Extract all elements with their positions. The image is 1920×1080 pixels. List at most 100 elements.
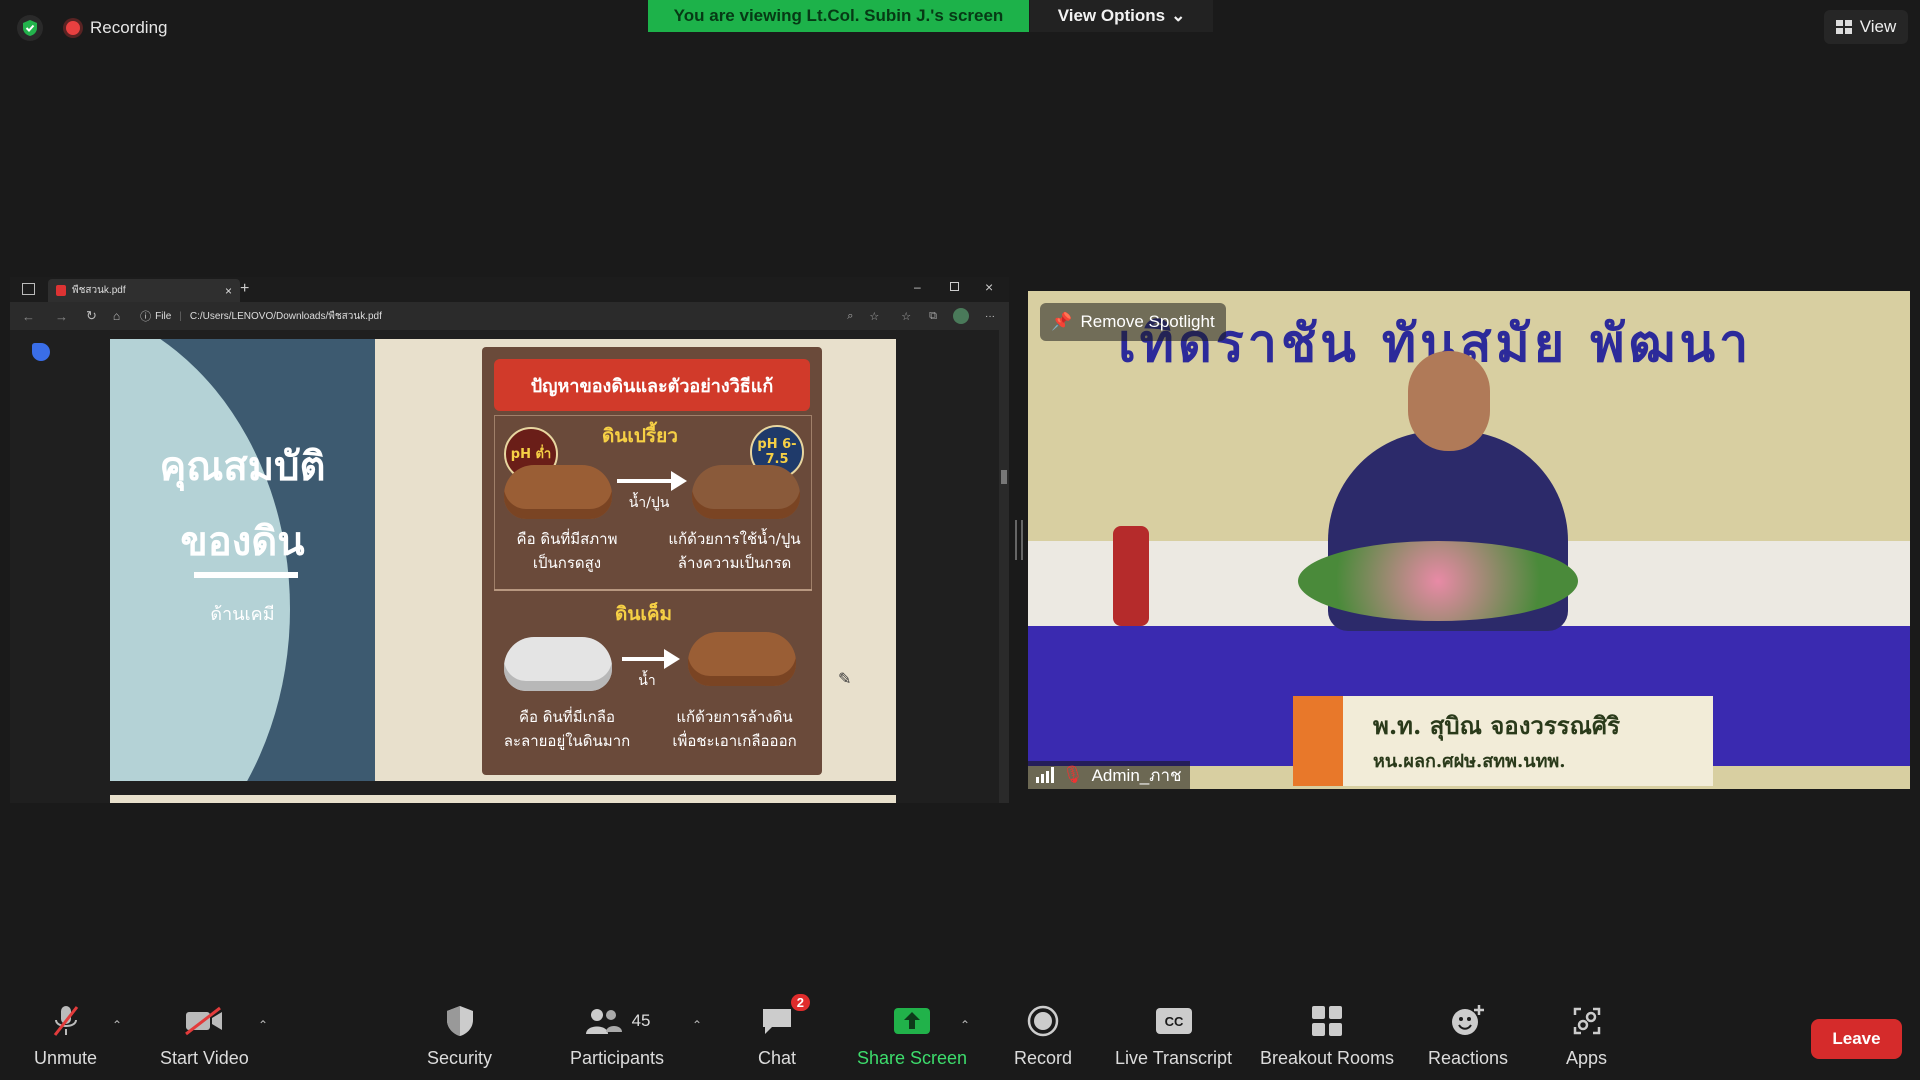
tab-title: พืชสวนk.pdf (72, 285, 126, 296)
acid-soil-image (504, 465, 612, 519)
pin-icon: 📌 (1051, 312, 1073, 331)
washed-soil-image (688, 632, 796, 686)
forward-icon[interactable]: → (55, 309, 68, 324)
view-options-label: View Options (1057, 6, 1166, 25)
spotlight-video-tile[interactable]: เทิดราชัน ทันสมัย พัฒนา พ.ท. สุบิณ จองวร… (1028, 291, 1910, 789)
leave-button[interactable]: Leave (1811, 1019, 1902, 1059)
start-video-label: Start Video (160, 1048, 249, 1068)
favorite-add-icon[interactable]: ☆ (869, 310, 879, 323)
meeting-toolbar: Unmute ⌃ Start Video ⌃ Security 45 Parti… (0, 990, 1920, 1080)
share-screen-label: Share Screen (857, 1048, 968, 1068)
reload-icon[interactable]: ↻ (86, 308, 97, 324)
flower-arrangement (1298, 541, 1578, 621)
minimize-icon[interactable]: – (914, 280, 921, 294)
chat-button[interactable]: 2 Chat (758, 994, 811, 1069)
pdf-icon (56, 285, 66, 296)
remove-spotlight-label: Remove Spotlight (1080, 312, 1215, 331)
participant-name: Admin_ภาช (1091, 765, 1182, 785)
arrow-icon (622, 649, 680, 669)
more-menu-icon[interactable]: ··· (985, 311, 995, 322)
section1-left-text-1: คือ ดินที่มีสภาพ (516, 530, 618, 548)
participants-label: Participants (570, 1048, 665, 1068)
card-title: ปัญหาของดินและตัวอย่างวิธีแก้ (494, 359, 810, 411)
shared-screen[interactable]: พืชสวนk.pdf × + – × ← → ↻ ⌂ ⓘ File | C:/… (10, 277, 1009, 803)
remove-spotlight-button[interactable]: 📌 Remove Spotlight (1040, 303, 1226, 341)
breakout-rooms-label: Breakout Rooms (1260, 1048, 1395, 1068)
live-transcript-button[interactable]: CC Live Transcript (1115, 1004, 1232, 1069)
section1-title: ดินเปรี้ยว (602, 425, 678, 447)
section1-left-text-2: เป็นกรดสูง (532, 554, 602, 572)
signal-strength-icon (1036, 767, 1054, 783)
collections-icon[interactable]: ⧉ (929, 310, 937, 323)
participants-options-caret-icon[interactable]: ⌃ (692, 1018, 702, 1032)
start-video-button[interactable]: Start Video (160, 1004, 249, 1069)
tab-actions-icon[interactable] (22, 283, 35, 295)
security-shield-icon[interactable] (17, 15, 43, 41)
breakout-rooms-button[interactable]: Breakout Rooms (1260, 1004, 1394, 1069)
pdf-sidebar-icon[interactable] (32, 343, 50, 361)
security-button[interactable]: Security (427, 1004, 492, 1069)
record-label: Record (1014, 1048, 1073, 1068)
url-text[interactable]: C:/Users/LENOVO/Downloads/พืชสวนk.pdf (190, 309, 382, 324)
video-options-caret-icon[interactable]: ⌃ (258, 1018, 268, 1032)
url-scheme: File (155, 310, 172, 322)
breakout-rooms-icon (1311, 1004, 1343, 1038)
url-divider: | (179, 310, 182, 322)
section1-right-text-1: แก้ด้วยการใช้น้ำ/ปูน (668, 530, 801, 548)
reactions-button[interactable]: Reactions (1428, 1004, 1508, 1069)
salty-soil-image (504, 637, 612, 691)
back-icon[interactable]: ← (22, 309, 35, 324)
scrollbar-thumb[interactable] (1001, 470, 1007, 484)
browser-tab[interactable]: พืชสวนk.pdf × (48, 279, 240, 302)
close-tab-icon[interactable]: × (225, 284, 232, 298)
home-icon[interactable]: ⌂ (113, 309, 120, 323)
pdf-viewer[interactable]: คุณสมบัติ ของดิน ด้านเคมี ปัญหาของดินและ… (10, 330, 1009, 803)
audio-options-caret-icon[interactable]: ⌃ (112, 1018, 122, 1032)
next-page-edge (110, 795, 896, 803)
section2-left-text-1: คือ ดินที่มีเกลือ (519, 708, 615, 726)
browser-tab-bar: พืชสวนk.pdf × + – × (10, 277, 1009, 302)
chat-icon: 2 (760, 994, 811, 1038)
nameplate-line2: หน.ผลก.ศฝษ.สทพ.นทพ. (1373, 751, 1566, 772)
share-options-caret-icon[interactable]: ⌃ (960, 1018, 970, 1032)
new-tab-icon[interactable]: + (240, 280, 249, 298)
close-window-icon[interactable]: × (985, 279, 993, 295)
section2-title: ดินเค็ม (615, 603, 673, 625)
participant-name-tag: 🎙 Admin_ภาช (1028, 761, 1190, 789)
view-button-label: View (1859, 17, 1897, 36)
record-button[interactable]: Record (1014, 1004, 1072, 1069)
video-off-icon (184, 1004, 224, 1038)
share-screen-button[interactable]: Share Screen (857, 1004, 967, 1069)
participants-button[interactable]: 45 Participants (570, 1004, 664, 1069)
muted-mic-icon (52, 1004, 80, 1038)
closed-caption-icon: CC (1155, 1004, 1193, 1038)
browser-address-bar: ← → ↻ ⌂ ⓘ File | C:/Users/LENOVO/Downloa… (10, 302, 1009, 330)
viewing-screen-banner: You are viewing Lt.Col. Subin J.'s scree… (648, 0, 1029, 32)
section1-arrow-label: น้ำ/ปูน (628, 495, 670, 511)
apps-button[interactable]: Apps (1566, 1004, 1607, 1069)
security-label: Security (427, 1048, 493, 1068)
chat-unread-badge: 2 (790, 994, 811, 1011)
maximize-icon[interactable] (950, 282, 959, 291)
chevron-down-icon: ⌄ (1171, 6, 1186, 25)
profile-avatar[interactable] (953, 308, 969, 324)
speaker-head (1408, 351, 1490, 451)
view-button[interactable]: View (1824, 10, 1908, 44)
section1-right-text-2: ล้างความเป็นกรด (677, 554, 792, 572)
card-divider (494, 589, 812, 591)
unmute-button[interactable]: Unmute (34, 1004, 97, 1069)
section2-arrow-label: น้ำ (638, 673, 656, 689)
pen-cursor-icon: ✎ (838, 671, 852, 688)
view-options-button[interactable]: View Options ⌄ (1030, 0, 1213, 32)
muted-mic-icon: 🎙 (1062, 765, 1084, 784)
share-screen-icon (893, 1004, 931, 1038)
favorites-icon[interactable]: ☆ (901, 310, 911, 323)
apps-label: Apps (1566, 1048, 1608, 1068)
pdf-scrollbar[interactable] (999, 330, 1009, 803)
nameplate: พ.ท. สุบิณ จองวรรณศิริ หน.ผลก.ศฝษ.สทพ.นท… (1293, 696, 1713, 786)
zoom-icon[interactable]: ⌕ (847, 310, 853, 323)
recording-indicator[interactable]: Recording (66, 18, 168, 38)
pdf-slide: คุณสมบัติ ของดิน ด้านเคมี ปัญหาของดินและ… (110, 339, 896, 781)
record-icon (1027, 1004, 1059, 1038)
split-view-handle[interactable] (1015, 520, 1023, 560)
